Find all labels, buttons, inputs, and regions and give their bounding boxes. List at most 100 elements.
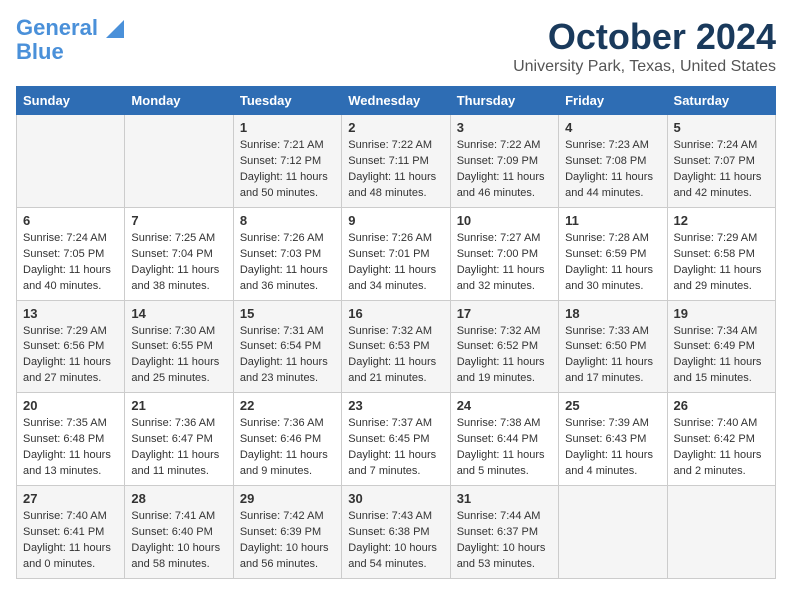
cell-detail: Sunrise: 7:35 AMSunset: 6:48 PMDaylight:… [23,416,118,480]
sunset-text: Sunset: 6:44 PM [457,432,552,448]
day-number: 28 [131,491,226,506]
calendar-cell: 3Sunrise: 7:22 AMSunset: 7:09 PMDaylight… [450,115,558,208]
sunset-text: Sunset: 6:47 PM [131,432,226,448]
daylight-text: Daylight: 11 hours and 44 minutes. [565,170,660,202]
calendar-cell: 11Sunrise: 7:28 AMSunset: 6:59 PMDayligh… [559,207,667,300]
calendar-cell [667,486,775,579]
calendar-cell: 23Sunrise: 7:37 AMSunset: 6:45 PMDayligh… [342,393,450,486]
cell-detail: Sunrise: 7:36 AMSunset: 6:47 PMDaylight:… [131,416,226,480]
sunrise-text: Sunrise: 7:35 AM [23,416,118,432]
day-number: 3 [457,120,552,135]
sunrise-text: Sunrise: 7:29 AM [23,324,118,340]
cell-detail: Sunrise: 7:40 AMSunset: 6:41 PMDaylight:… [23,509,118,573]
day-number: 2 [348,120,443,135]
day-number: 19 [674,306,769,321]
sunrise-text: Sunrise: 7:38 AM [457,416,552,432]
daylight-text: Daylight: 11 hours and 13 minutes. [23,448,118,480]
sunrise-text: Sunrise: 7:36 AM [240,416,335,432]
calendar-cell: 14Sunrise: 7:30 AMSunset: 6:55 PMDayligh… [125,300,233,393]
sunset-text: Sunset: 7:07 PM [674,154,769,170]
calendar-cell: 16Sunrise: 7:32 AMSunset: 6:53 PMDayligh… [342,300,450,393]
daylight-text: Daylight: 10 hours and 58 minutes. [131,541,226,573]
sunrise-text: Sunrise: 7:28 AM [565,231,660,247]
header: General Blue October 2024 University Par… [16,16,776,76]
cell-detail: Sunrise: 7:23 AMSunset: 7:08 PMDaylight:… [565,138,660,202]
calendar-cell: 2 Sunrise: 7:22 AMSunset: 7:11 PMDaylight… [342,115,450,208]
calendar-cell: 20 Sunrise: 7:35 AMSunset: 6:48 PMDayligh… [17,393,125,486]
daylight-text: Daylight: 11 hours and 50 minutes. [240,170,335,202]
header-row: SundayMondayTuesdayWednesdayThursdayFrid… [17,87,776,115]
day-header: Monday [125,87,233,115]
cell-detail: Sunrise: 7:27 AMSunset: 7:00 PMDaylight:… [457,231,552,295]
cell-detail: Sunrise: 7:42 AMSunset: 6:39 PMDaylight:… [240,509,335,573]
sunset-text: Sunset: 6:43 PM [565,432,660,448]
sunrise-text: Sunrise: 7:27 AM [457,231,552,247]
cell-detail: Sunrise: 7:34 AMSunset: 6:49 PMDaylight:… [674,324,769,388]
daylight-text: Daylight: 11 hours and 46 minutes. [457,170,552,202]
day-number: 9 [348,213,443,228]
daylight-text: Daylight: 11 hours and 19 minutes. [457,355,552,387]
cell-detail: Sunrise: 7:28 AMSunset: 6:59 PMDaylight:… [565,231,660,295]
sunset-text: Sunset: 7:01 PM [348,247,443,263]
sunrise-text: Sunrise: 7:22 AM [457,138,552,154]
logo-text: General [16,16,124,40]
day-header: Wednesday [342,87,450,115]
cell-detail: Sunrise: 7:44 AMSunset: 6:37 PMDaylight:… [457,509,552,573]
day-number: 18 [565,306,660,321]
cell-detail: Sunrise: 7:36 AMSunset: 6:46 PMDaylight:… [240,416,335,480]
calendar-cell: 26Sunrise: 7:40 AMSunset: 6:42 PMDayligh… [667,393,775,486]
calendar-cell: 19 Sunrise: 7:34 AMSunset: 6:49 PMDayligh… [667,300,775,393]
calendar-cell: 30Sunrise: 7:43 AMSunset: 6:38 PMDayligh… [342,486,450,579]
cell-detail: Sunrise: 7:29 AMSunset: 6:56 PMDaylight:… [23,324,118,388]
sunrise-text: Sunrise: 7:36 AM [131,416,226,432]
calendar-cell: 21Sunrise: 7:36 AMSunset: 6:47 PMDayligh… [125,393,233,486]
sunrise-text: Sunrise: 7:43 AM [348,509,443,525]
sunset-text: Sunset: 6:45 PM [348,432,443,448]
sunset-text: Sunset: 6:40 PM [131,525,226,541]
sunrise-text: Sunrise: 7:26 AM [348,231,443,247]
calendar-table: SundayMondayTuesdayWednesdayThursdayFrid… [16,86,776,579]
day-header: Tuesday [233,87,341,115]
sunset-text: Sunset: 6:58 PM [674,247,769,263]
day-header: Friday [559,87,667,115]
location-title: University Park, Texas, United States [513,58,776,76]
daylight-text: Daylight: 11 hours and 32 minutes. [457,263,552,295]
sunrise-text: Sunrise: 7:21 AM [240,138,335,154]
sunrise-text: Sunrise: 7:40 AM [674,416,769,432]
sunset-text: Sunset: 6:41 PM [23,525,118,541]
cell-detail: Sunrise: 7:31 AMSunset: 6:54 PMDaylight:… [240,324,335,388]
daylight-text: Daylight: 10 hours and 56 minutes. [240,541,335,573]
sunrise-text: Sunrise: 7:33 AM [565,324,660,340]
day-number: 20 [23,398,118,413]
sunrise-text: Sunrise: 7:44 AM [457,509,552,525]
day-number: 10 [457,213,552,228]
sunset-text: Sunset: 7:11 PM [348,154,443,170]
sunrise-text: Sunrise: 7:30 AM [131,324,226,340]
calendar-week-row: 13Sunrise: 7:29 AMSunset: 6:56 PMDayligh… [17,300,776,393]
sunset-text: Sunset: 7:08 PM [565,154,660,170]
day-number: 22 [240,398,335,413]
calendar-cell: 28 Sunrise: 7:41 AMSunset: 6:40 PMDayligh… [125,486,233,579]
daylight-text: Daylight: 11 hours and 11 minutes. [131,448,226,480]
cell-detail: Sunrise: 7:22 AMSunset: 7:11 PMDaylight:… [348,138,443,202]
sunrise-text: Sunrise: 7:22 AM [348,138,443,154]
sunset-text: Sunset: 7:00 PM [457,247,552,263]
sunset-text: Sunset: 6:50 PM [565,339,660,355]
calendar-cell: 1Sunrise: 7:21 AMSunset: 7:12 PMDaylight… [233,115,341,208]
logo-line1: General [16,15,98,40]
sunset-text: Sunset: 7:03 PM [240,247,335,263]
calendar-cell: 4Sunrise: 7:23 AMSunset: 7:08 PMDaylight… [559,115,667,208]
cell-detail: Sunrise: 7:24 AMSunset: 7:07 PMDaylight:… [674,138,769,202]
cell-detail: Sunrise: 7:41 AMSunset: 6:40 PMDaylight:… [131,509,226,573]
daylight-text: Daylight: 11 hours and 27 minutes. [23,355,118,387]
title-area: October 2024 University Park, Texas, Uni… [513,16,776,76]
cell-detail: Sunrise: 7:26 AMSunset: 7:01 PMDaylight:… [348,231,443,295]
sunrise-text: Sunrise: 7:31 AM [240,324,335,340]
calendar-cell: 9 Sunrise: 7:26 AMSunset: 7:01 PMDaylight… [342,207,450,300]
sunrise-text: Sunrise: 7:29 AM [674,231,769,247]
daylight-text: Daylight: 10 hours and 53 minutes. [457,541,552,573]
daylight-text: Daylight: 11 hours and 17 minutes. [565,355,660,387]
day-number: 31 [457,491,552,506]
cell-detail: Sunrise: 7:38 AMSunset: 6:44 PMDaylight:… [457,416,552,480]
cell-detail: Sunrise: 7:26 AMSunset: 7:03 PMDaylight:… [240,231,335,295]
